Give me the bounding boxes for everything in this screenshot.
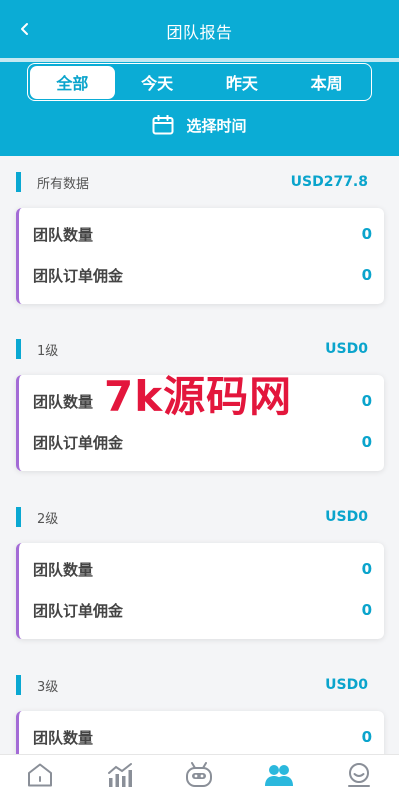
section-amount: USD277.8: [290, 174, 368, 190]
stat-label: 团队数量: [33, 560, 94, 579]
calendar-icon: [152, 115, 174, 135]
stat-row: 团队数量 0: [33, 222, 372, 246]
stat-label: 团队订单佣金: [33, 433, 124, 452]
stat-value: 0: [361, 728, 372, 746]
tab-robot[interactable]: [160, 755, 240, 794]
stat-value: 0: [361, 601, 372, 619]
stat-value: 0: [361, 266, 372, 284]
stat-row: 团队数量 0: [33, 725, 372, 749]
stat-value: 0: [361, 392, 372, 410]
profile-icon: [348, 762, 371, 787]
tab-today[interactable]: 今天: [115, 66, 200, 99]
period-tabs: 全部 今天 昨天 本周: [27, 63, 372, 101]
bottom-tab-bar: [0, 754, 399, 794]
tab-this-week[interactable]: 本周: [284, 66, 369, 99]
tab-all[interactable]: 全部: [30, 65, 115, 99]
stat-label: 团队数量: [33, 728, 94, 747]
page-title: 团队报告: [166, 23, 233, 42]
robot-icon: [186, 761, 213, 787]
home-icon: [27, 763, 52, 786]
section-header-level-1: 1级 USD0: [16, 339, 368, 359]
tab-team[interactable]: [239, 755, 319, 794]
section-header-all: 所有数据 USD277.8: [16, 172, 368, 192]
watermark: 7k源码网: [104, 372, 293, 421]
header-highlight: [0, 58, 399, 62]
tab-stats[interactable]: [80, 755, 160, 794]
section-name: 3级: [37, 679, 59, 695]
tab-yesterday[interactable]: 昨天: [200, 66, 285, 99]
stat-row: 团队数量 0: [33, 557, 372, 581]
stats-card-all: 团队数量 0 团队订单佣金 0: [16, 208, 384, 304]
stat-label: 团队数量: [33, 392, 94, 411]
section-name: 所有数据: [37, 176, 90, 192]
section-marker: [16, 339, 21, 359]
section-name: 2级: [37, 511, 59, 527]
team-icon: [265, 764, 294, 786]
stat-row: 团队订单佣金 0: [33, 430, 372, 454]
stat-row: 团队订单佣金 0: [33, 263, 372, 287]
date-picker-label: 选择时间: [186, 116, 247, 135]
section-name: 1级: [37, 343, 59, 359]
section-header-level-2: 2级 USD0: [16, 507, 368, 527]
stats-card-level-2: 团队数量 0 团队订单佣金 0: [16, 543, 384, 639]
section-marker: [16, 172, 21, 192]
section-marker: [16, 507, 21, 527]
stat-row: 团队订单佣金 0: [33, 598, 372, 622]
date-picker-button[interactable]: 选择时间: [0, 112, 399, 138]
section-amount: USD0: [325, 509, 368, 525]
tab-profile[interactable]: [319, 755, 399, 794]
stat-label: 团队订单佣金: [33, 266, 124, 285]
section-amount: USD0: [325, 341, 368, 357]
stat-value: 0: [361, 433, 372, 451]
stat-label: 团队数量: [33, 225, 94, 244]
stat-value: 0: [361, 225, 372, 243]
section-header-level-3: 3级 USD0: [16, 675, 368, 695]
header: 团队报告 全部 今天 昨天 本周 选择时间: [0, 0, 399, 156]
stat-value: 0: [361, 560, 372, 578]
chart-icon: [107, 762, 132, 787]
stat-label: 团队订单佣金: [33, 601, 124, 620]
section-amount: USD0: [325, 677, 368, 693]
section-marker: [16, 675, 21, 695]
tab-home[interactable]: [0, 755, 80, 794]
